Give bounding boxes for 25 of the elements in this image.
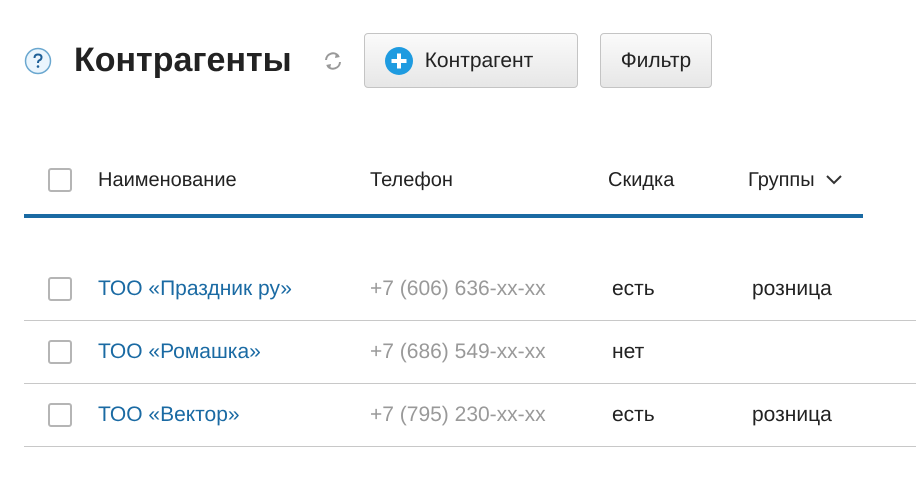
phone-cell: +7 (795) 230-xx-xx <box>370 403 546 426</box>
column-header: Скидка <box>608 168 674 192</box>
page-title: Контрагенты <box>74 41 292 80</box>
row-checkbox[interactable] <box>48 277 72 301</box>
group-cell: розница <box>752 403 832 426</box>
column-header: Телефон <box>370 168 453 192</box>
select-all-checkbox[interactable] <box>48 168 72 192</box>
add-button[interactable]: Контрагент <box>364 33 578 88</box>
filter-button[interactable]: Фильтр <box>600 33 712 88</box>
discount-cell: нет <box>612 340 644 363</box>
row-checkbox[interactable] <box>48 340 72 364</box>
plus-icon <box>384 46 413 74</box>
group-cell: розница <box>752 277 832 300</box>
column-header: Наименование <box>98 168 237 192</box>
phone-cell: +7 (606) 636-xx-xx <box>370 277 546 300</box>
row-checkbox[interactable] <box>48 403 72 427</box>
company-link[interactable]: ТОО «Ромашка» <box>98 340 261 363</box>
company-link[interactable]: ТОО «Вектор» <box>98 403 240 426</box>
discount-cell: есть <box>612 403 655 426</box>
help-icon[interactable] <box>24 46 52 74</box>
chevron-down-icon[interactable] <box>824 174 843 186</box>
company-link[interactable]: ТОО «Праздник ру» <box>98 277 292 300</box>
phone-cell: +7 (686) 549-xx-xx <box>370 340 546 363</box>
column-header: Группы <box>748 168 815 192</box>
discount-cell: есть <box>612 277 655 300</box>
